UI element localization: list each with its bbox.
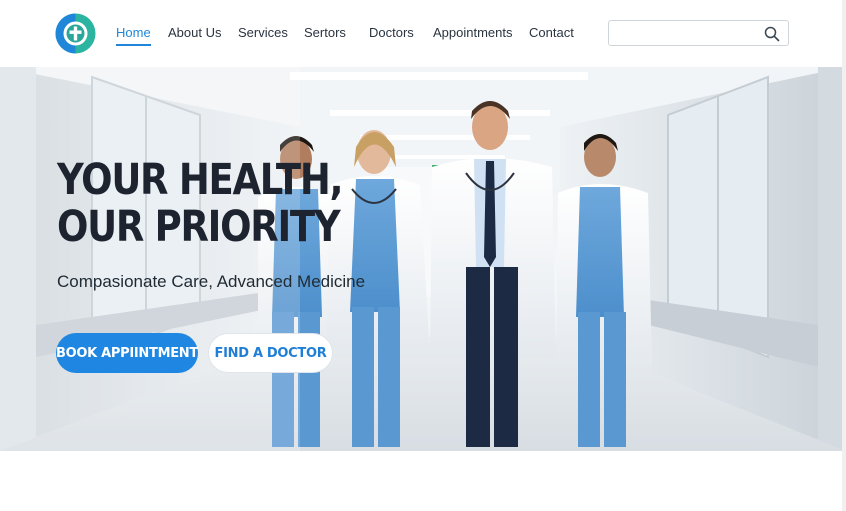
page-scrollbar-track[interactable] [842,0,846,511]
find-a-doctor-button[interactable]: FIND A DOCTOR [208,333,333,373]
nav-doctors[interactable]: Doctors [369,24,414,42]
search-box [608,20,789,46]
hero-subtitle: Compasionate Care, Advanced Medicine [57,272,366,291]
book-appointment-button[interactable]: BOOK APPIINTMENT [56,333,198,373]
nav-sertors[interactable]: Sertors [304,24,346,42]
hero-banner: YOUR HEALTH, OUR PRIORITY Compasionate C… [0,67,846,451]
search-input[interactable] [615,24,755,42]
nav-contact[interactable]: Contact [529,24,574,42]
site-header: Home About Us Services Sertors Doctors A… [0,0,846,67]
nav-services[interactable]: Services [238,24,288,42]
hospital-corridor-medical-staff-photo [0,67,846,451]
hero-title: YOUR HEALTH, OUR PRIORITY [57,155,344,252]
search-icon[interactable] [764,26,780,42]
nav-home[interactable]: Home [116,24,151,46]
nav-appointments[interactable]: Appointments [433,24,513,42]
medical-cross-logo-icon[interactable] [55,13,96,54]
hero-title-line1: YOUR HEALTH, [57,155,344,205]
hero-title-line2: OUR PRIORITY [57,202,341,252]
nav-about-us[interactable]: About Us [168,24,221,42]
